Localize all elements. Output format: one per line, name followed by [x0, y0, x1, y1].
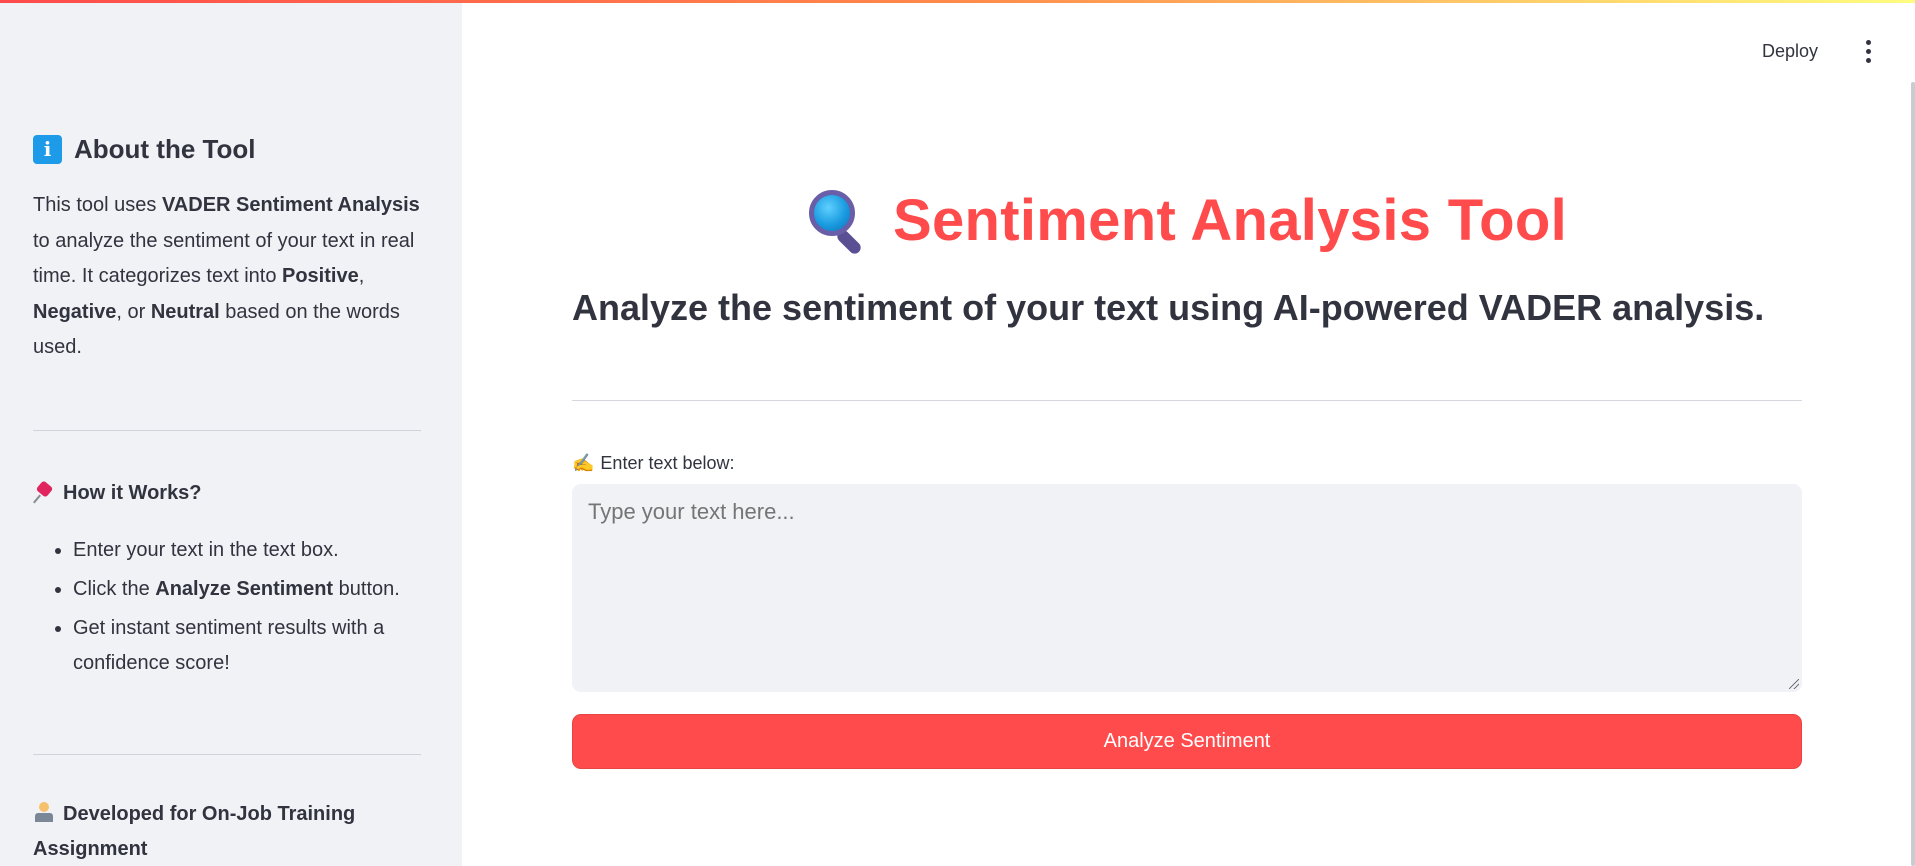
about-text-bold: VADER Sentiment Analysis — [161, 194, 420, 216]
deploy-button[interactable]: Deploy — [1762, 36, 1818, 66]
page-title: Sentiment Analysis Tool — [892, 187, 1567, 253]
about-text-part: , or — [116, 300, 151, 323]
menu-dot — [1865, 48, 1871, 54]
list-item-text: Enter your text in the text box. — [73, 539, 339, 561]
info-icon: i — [33, 134, 62, 164]
how-heading: How it Works? — [33, 478, 202, 508]
technologist-icon — [33, 801, 55, 823]
writing-hand-icon: ✍️ — [572, 452, 595, 473]
about-title: About the Tool — [74, 133, 256, 164]
main-divider — [572, 400, 1802, 401]
menu-dot — [1865, 57, 1871, 63]
top-decoration-bar — [0, 0, 1915, 3]
about-heading: i About the Tool — [33, 131, 255, 167]
list-item-text: button. — [333, 578, 400, 600]
about-text-bold: Negative — [33, 300, 117, 323]
about-text-bold: Neutral — [150, 300, 220, 323]
page-subtitle: Analyze the sentiment of your text using… — [572, 287, 1765, 328]
sidebar: i About the Tool This tool uses VADER Se… — [0, 0, 462, 866]
analyze-sentiment-button[interactable]: Analyze Sentiment — [572, 714, 1802, 769]
about-text-part: , — [358, 265, 365, 287]
text-input-label: ✍️ Enter text below: — [572, 450, 735, 476]
developer-heading: Developed for On-Job Training Assignment — [33, 797, 421, 866]
scrollbar[interactable] — [1911, 82, 1915, 866]
resize-handle-icon[interactable] — [1789, 679, 1799, 689]
menu-dot — [1865, 39, 1871, 45]
more-vertical-icon[interactable] — [1856, 36, 1880, 66]
list-item-text: Click the — [73, 578, 156, 600]
text-input[interactable] — [572, 484, 1802, 692]
pushpin-icon — [33, 482, 55, 504]
page-title-row: Sentiment Analysis Tool — [572, 180, 1802, 260]
text-input-label-text: Enter text below: — [600, 452, 735, 473]
magnifier-icon — [807, 188, 869, 257]
list-item: Get instant sentiment results with a con… — [73, 611, 421, 681]
list-item: Click the Analyze Sentiment button. — [73, 572, 421, 607]
list-item-bold: Analyze Sentiment — [155, 578, 334, 600]
about-text-part: This tool uses — [33, 194, 162, 216]
list-item: Enter your text in the text box. — [73, 533, 421, 568]
about-text-bold: Positive — [282, 265, 359, 287]
how-title: How it Works? — [63, 481, 202, 504]
about-description: This tool uses VADER Sentiment Analysis … — [33, 188, 421, 366]
list-item-text: Get instant sentiment results with a con… — [73, 617, 385, 674]
how-list: Enter your text in the text box. Click t… — [33, 533, 421, 685]
developer-title: Developed for On-Job Training Assignment — [33, 803, 356, 860]
magnifier-lens — [808, 190, 855, 236]
sidebar-divider — [33, 754, 421, 755]
sidebar-divider — [33, 430, 421, 431]
